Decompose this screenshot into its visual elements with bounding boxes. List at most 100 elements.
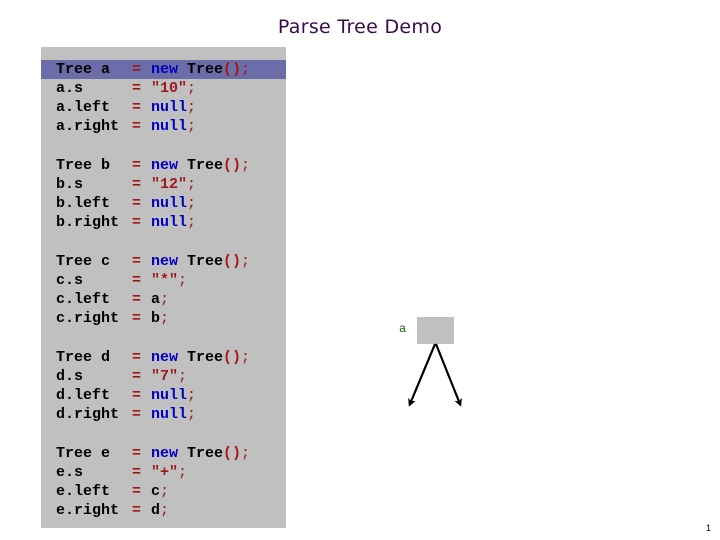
code-lhs: d.right [56,406,120,423]
assign-operator: = [132,406,142,423]
assign-operator: = [132,483,142,500]
assign-operator: = [132,272,142,289]
keyword: null [151,195,188,212]
string-literal: "+" [151,464,179,481]
code-line[interactable]: c.right = b; [41,309,286,328]
parentheses: () [223,253,242,270]
code-line[interactable]: Tree b = new Tree(); [41,156,286,175]
code-lhs: c.left [56,291,111,308]
code-rhs: b; [151,309,169,328]
string-literal: "7" [151,368,179,385]
code-rhs: "12"; [151,175,196,194]
semicolon: ; [187,195,197,212]
keyword: null [151,99,188,116]
parentheses: () [223,61,242,78]
code-line[interactable]: d.s = "7"; [41,367,286,386]
keyword: new [151,157,179,174]
semicolon: ; [178,464,188,481]
code-lhs: Tree d [56,349,111,366]
slide-title: Parse Tree Demo [277,16,443,38]
code-lhs: a.left [56,99,111,116]
parentheses: () [223,157,242,174]
keyword: new [151,253,179,270]
code-line[interactable]: Tree d = new Tree(); [41,348,286,367]
code-lhs: e.right [56,502,120,519]
semicolon: ; [160,291,170,308]
code-rhs: null; [151,98,196,117]
semicolon: ; [187,118,197,135]
assign-operator: = [132,176,142,193]
assign-operator: = [132,368,142,385]
identifier: b [151,310,161,327]
type-name: Tree [178,61,224,78]
semicolon: ; [160,502,170,519]
identifier: a [151,291,161,308]
assign-operator: = [132,99,142,116]
code-line[interactable]: Tree a = new Tree(); [41,60,286,79]
code-line[interactable]: b.right = null; [41,213,286,232]
code-line[interactable]: c.left = a; [41,290,286,309]
code-line[interactable]: a.left = null; [41,98,286,117]
code-line[interactable]: Tree c = new Tree(); [41,252,286,271]
semicolon: ; [241,445,251,462]
code-rhs: "7"; [151,367,187,386]
code-lhs: b.right [56,214,120,231]
code-line[interactable]: c.s = "*"; [41,271,286,290]
code-rhs: "10"; [151,79,196,98]
semicolon: ; [160,483,170,500]
code-rhs: a; [151,290,169,309]
right-child-arrow [434,343,462,407]
code-line[interactable]: e.s = "+"; [41,463,286,482]
code-line[interactable]: b.left = null; [41,194,286,213]
code-rhs: null; [151,386,196,405]
code-rhs: new Tree(); [151,348,250,367]
code-rhs: null; [151,405,196,424]
code-lhs: a.right [56,118,120,135]
code-lhs: d.left [56,387,111,404]
keyword: null [151,214,188,231]
semicolon: ; [187,99,197,116]
assign-operator: = [132,464,142,481]
code-line[interactable]: d.right = null; [41,405,286,424]
code-rhs: new Tree(); [151,156,250,175]
string-literal: "10" [151,80,188,97]
semicolon: ; [241,157,251,174]
identifier: d [151,502,161,519]
semicolon: ; [241,349,251,366]
code-lhs: Tree e [56,445,111,462]
code-line[interactable]: b.s = "12"; [41,175,286,194]
semicolon: ; [160,310,170,327]
keyword: null [151,118,188,135]
semicolon: ; [178,272,188,289]
code-line[interactable]: d.left = null; [41,386,286,405]
assign-operator: = [132,310,142,327]
code-lhs: Tree b [56,157,111,174]
type-name: Tree [178,157,224,174]
code-rhs: "+"; [151,463,187,482]
assign-operator: = [132,387,142,404]
code-panel: Tree a = new Tree(); a.s = "10"; a.left = null; a… [41,47,286,528]
code-lhs: b.s [56,176,84,193]
code-rhs: new Tree(); [151,252,250,271]
code-line[interactable]: e.left = c; [41,482,286,501]
code-rhs: null; [151,213,196,232]
code-line[interactable]: a.right = null; [41,117,286,136]
code-line[interactable]: e.right = d; [41,501,286,520]
string-literal: "*" [151,272,179,289]
keyword: new [151,349,179,366]
assign-operator: = [132,445,142,462]
string-literal: "12" [151,176,188,193]
parentheses: () [223,349,242,366]
code-lhs: c.s [56,272,84,289]
code-lhs: Tree c [56,253,111,270]
code-line[interactable]: a.s = "10"; [41,79,286,98]
assign-operator: = [132,157,142,174]
assign-operator: = [132,502,142,519]
code-line[interactable]: Tree e = new Tree(); [41,444,286,463]
type-name: Tree [178,349,224,366]
semicolon: ; [241,61,251,78]
assign-operator: = [132,291,142,308]
code-lhs: d.s [56,368,84,385]
code-rhs: c; [151,482,169,501]
parentheses: () [223,445,242,462]
